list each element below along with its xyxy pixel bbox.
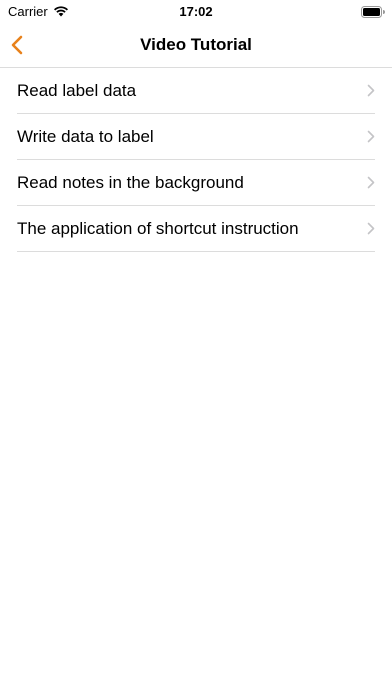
tutorial-list: Read label data Write data to label Read… (0, 67, 392, 252)
battery-full-icon (361, 5, 385, 18)
list-item-read-notes-background[interactable]: Read notes in the background (17, 160, 375, 206)
chevron-right-icon (367, 176, 375, 189)
list-item-label: Read notes in the background (17, 173, 244, 192)
list-item-label: Read label data (17, 81, 137, 100)
chevron-right-icon (367, 130, 375, 143)
chevron-right-icon (367, 222, 375, 235)
list-item-read-label-data[interactable]: Read label data (17, 68, 375, 114)
navigation-bar: Video Tutorial (0, 22, 392, 66)
page-title: Video Tutorial (140, 35, 252, 54)
list-item-write-data-to-label[interactable]: Write data to label (17, 114, 375, 160)
list-item-shortcut-instruction[interactable]: The application of shortcut instruction (17, 206, 375, 252)
clock-time: 17:02 (179, 4, 213, 19)
status-bar: Carrier 17:02 (0, 0, 392, 22)
list-item-label: Write data to label (17, 127, 154, 146)
list-item-label: The application of shortcut instruction (17, 219, 299, 238)
chevron-right-icon (367, 84, 375, 97)
